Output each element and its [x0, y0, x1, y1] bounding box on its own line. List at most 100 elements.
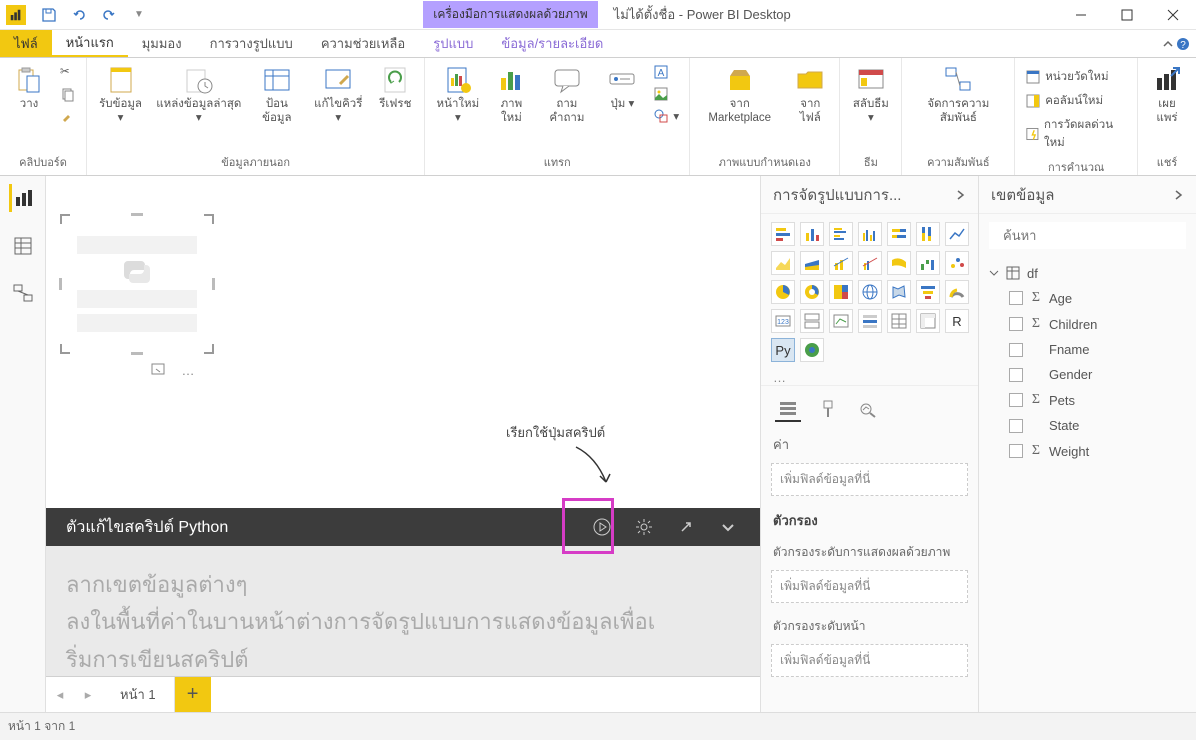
viz-line-clustered-column[interactable]: [858, 251, 882, 275]
checkbox[interactable]: [1009, 444, 1023, 458]
data-view-button[interactable]: [9, 232, 37, 260]
viz-kpi[interactable]: [829, 309, 853, 333]
page-tab-1[interactable]: หน้า 1: [102, 677, 175, 712]
format-painter-button[interactable]: [56, 106, 80, 126]
new-visual-button[interactable]: ภาพใหม่: [486, 60, 536, 130]
viz-donut[interactable]: [800, 280, 824, 304]
tab-help[interactable]: ความช่วยเหลือ: [307, 30, 419, 57]
viz-filled-map[interactable]: [887, 280, 911, 304]
field-state[interactable]: State: [1009, 413, 1186, 438]
image-button[interactable]: [649, 84, 683, 104]
checkbox[interactable]: [1009, 419, 1023, 433]
shapes-button[interactable]: ▾: [649, 106, 683, 126]
tab-modeling[interactable]: การวางรูปแบบ: [196, 30, 307, 57]
tab-format[interactable]: รูปแบบ: [419, 30, 487, 57]
visual-filters-well[interactable]: เพิ่มฟิลด์ข้อมูลที่นี่: [771, 570, 968, 603]
checkbox[interactable]: [1009, 343, 1023, 357]
manage-relationships-button[interactable]: จัดการความสัมพันธ์: [906, 60, 1010, 130]
copy-button[interactable]: [56, 84, 80, 104]
viz-treemap[interactable]: [829, 280, 853, 304]
analytics-tab[interactable]: [855, 396, 881, 422]
report-canvas[interactable]: … เรียกใช้ปุ่มสคริปต์: [46, 176, 760, 508]
viz-scatter[interactable]: [945, 251, 969, 275]
field-children[interactable]: ΣChildren: [1009, 311, 1186, 337]
undo-button[interactable]: [68, 4, 90, 26]
run-script-button[interactable]: [590, 515, 614, 539]
viz-python[interactable]: Py: [771, 338, 795, 362]
viz-table[interactable]: [887, 309, 911, 333]
python-visual-placeholder[interactable]: [60, 214, 214, 354]
viz-clustered-bar[interactable]: [829, 222, 853, 246]
collapse-fields-panel-button[interactable]: [1172, 189, 1184, 201]
from-file-button[interactable]: จากไฟล์: [785, 60, 835, 130]
viz-matrix[interactable]: [916, 309, 940, 333]
new-measure-button[interactable]: หน่วยวัดใหม่: [1021, 66, 1131, 88]
enter-data-button[interactable]: ป้อนข้อมูล: [247, 60, 306, 130]
page-prev-button[interactable]: ◂: [46, 677, 74, 712]
tab-file[interactable]: ไฟล์: [0, 30, 52, 57]
viz-waterfall[interactable]: [916, 251, 940, 275]
viz-stacked-column[interactable]: [800, 222, 824, 246]
viz-100-stacked-bar[interactable]: [887, 222, 911, 246]
new-column-button[interactable]: คอลัมน์ใหม่: [1021, 90, 1131, 112]
viz-card[interactable]: 123: [771, 309, 795, 333]
field-age[interactable]: ΣAge: [1009, 285, 1186, 311]
viz-line[interactable]: [945, 222, 969, 246]
search-input[interactable]: [1003, 228, 1179, 243]
report-view-button[interactable]: [9, 184, 37, 212]
field-fname[interactable]: Fname: [1009, 337, 1186, 362]
viz-multi-row-card[interactable]: [800, 309, 824, 333]
fields-search[interactable]: [989, 222, 1186, 249]
viz-slicer[interactable]: [858, 309, 882, 333]
ask-question-button[interactable]: ถามคำถาม: [536, 60, 597, 130]
save-button[interactable]: [38, 4, 60, 26]
viz-pie[interactable]: [771, 280, 795, 304]
tab-view[interactable]: มุมมอง: [128, 30, 196, 57]
script-options-button[interactable]: [632, 515, 656, 539]
field-gender[interactable]: Gender: [1009, 362, 1186, 387]
viz-r[interactable]: R: [945, 309, 969, 333]
maximize-button[interactable]: [1104, 0, 1150, 30]
qat-dropdown[interactable]: ▼: [128, 4, 150, 26]
recent-sources-button[interactable]: แหล่งข้อมูลล่าสุด ▾: [150, 60, 247, 130]
script-editor-body[interactable]: ลากเขตข้อมูลต่างๆ ลงในพื้นที่ค่าในบานหน้…: [46, 546, 760, 676]
viz-stacked-bar[interactable]: [771, 222, 795, 246]
viz-stacked-area[interactable]: [800, 251, 824, 275]
new-quick-measure-button[interactable]: การวัดผลด่วนใหม่: [1021, 114, 1131, 154]
values-well[interactable]: เพิ่มฟิลด์ข้อมูลที่นี่: [771, 463, 968, 496]
tab-data[interactable]: ข้อมูล/รายละเอียด: [487, 30, 617, 57]
refresh-button[interactable]: รีเฟรช: [370, 60, 420, 116]
fields-tab[interactable]: [775, 396, 801, 422]
viz-arcgis[interactable]: [800, 338, 824, 362]
redo-button[interactable]: [98, 4, 120, 26]
viz-map[interactable]: [858, 280, 882, 304]
more-options-button[interactable]: …: [176, 358, 200, 382]
viz-area[interactable]: [771, 251, 795, 275]
viz-ribbon[interactable]: [887, 251, 911, 275]
page-filters-well[interactable]: เพิ่มฟิลด์ข้อมูลที่นี่: [771, 644, 968, 677]
field-weight[interactable]: ΣWeight: [1009, 438, 1186, 464]
publish-button[interactable]: เผยแพร่: [1142, 60, 1192, 130]
add-page-button[interactable]: +: [175, 677, 211, 712]
close-button[interactable]: [1150, 0, 1196, 30]
focus-mode-button[interactable]: [146, 358, 170, 382]
switch-theme-button[interactable]: สลับธีม ▾: [844, 60, 897, 130]
checkbox[interactable]: [1009, 317, 1023, 331]
cut-button[interactable]: ✂: [56, 62, 80, 82]
viz-gauge[interactable]: [945, 280, 969, 304]
get-data-button[interactable]: รับข้อมูล ▾: [91, 60, 150, 130]
checkbox[interactable]: [1009, 368, 1023, 382]
ribbon-collapse-button[interactable]: ?: [1156, 30, 1196, 57]
minimize-button[interactable]: [1058, 0, 1104, 30]
text-box-button[interactable]: A: [649, 62, 683, 82]
collapse-script-button[interactable]: [716, 515, 740, 539]
model-view-button[interactable]: [9, 280, 37, 308]
viz-funnel[interactable]: [916, 280, 940, 304]
new-page-button[interactable]: หน้าใหม่ ▾: [429, 60, 486, 130]
from-marketplace-button[interactable]: จาก Marketplace: [694, 60, 785, 130]
field-pets[interactable]: ΣPets: [1009, 387, 1186, 413]
viz-100-stacked-column[interactable]: [916, 222, 940, 246]
collapse-viz-panel-button[interactable]: [954, 189, 966, 201]
edit-queries-button[interactable]: แก้ไขคิวรี่ ▾: [306, 60, 370, 130]
table-df[interactable]: df: [989, 261, 1186, 285]
